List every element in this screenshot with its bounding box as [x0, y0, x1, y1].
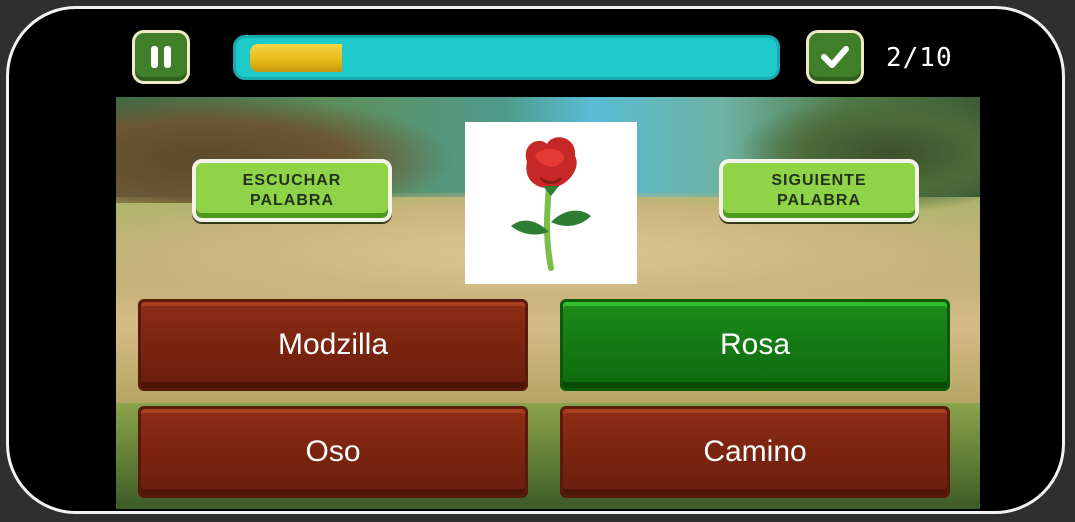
- word-image: [465, 122, 637, 284]
- answer-option[interactable]: Modzilla: [138, 299, 528, 391]
- rose-icon: [511, 137, 591, 271]
- progress-fill: [250, 44, 342, 72]
- listen-word-button[interactable]: ESCUCHAR PALABRA: [192, 159, 392, 222]
- pause-button[interactable]: [132, 30, 190, 84]
- pause-icon: [151, 46, 171, 68]
- answer-option[interactable]: Oso: [138, 406, 528, 498]
- progress-bar: [233, 35, 780, 80]
- check-icon: [821, 46, 849, 68]
- next-word-button[interactable]: SIGUIENTE PALABRA: [719, 159, 919, 222]
- device-frame: 2/10 ESCUCHAR PALABRA SIGUIENTE PALABRA …: [6, 6, 1065, 514]
- top-bar: 2/10: [116, 23, 980, 97]
- answer-option[interactable]: Camino: [560, 406, 950, 498]
- question-counter: 2/10: [886, 43, 953, 73]
- check-button[interactable]: [806, 30, 864, 84]
- game-screen: 2/10 ESCUCHAR PALABRA SIGUIENTE PALABRA …: [116, 23, 980, 509]
- answer-option-correct[interactable]: Rosa: [560, 299, 950, 391]
